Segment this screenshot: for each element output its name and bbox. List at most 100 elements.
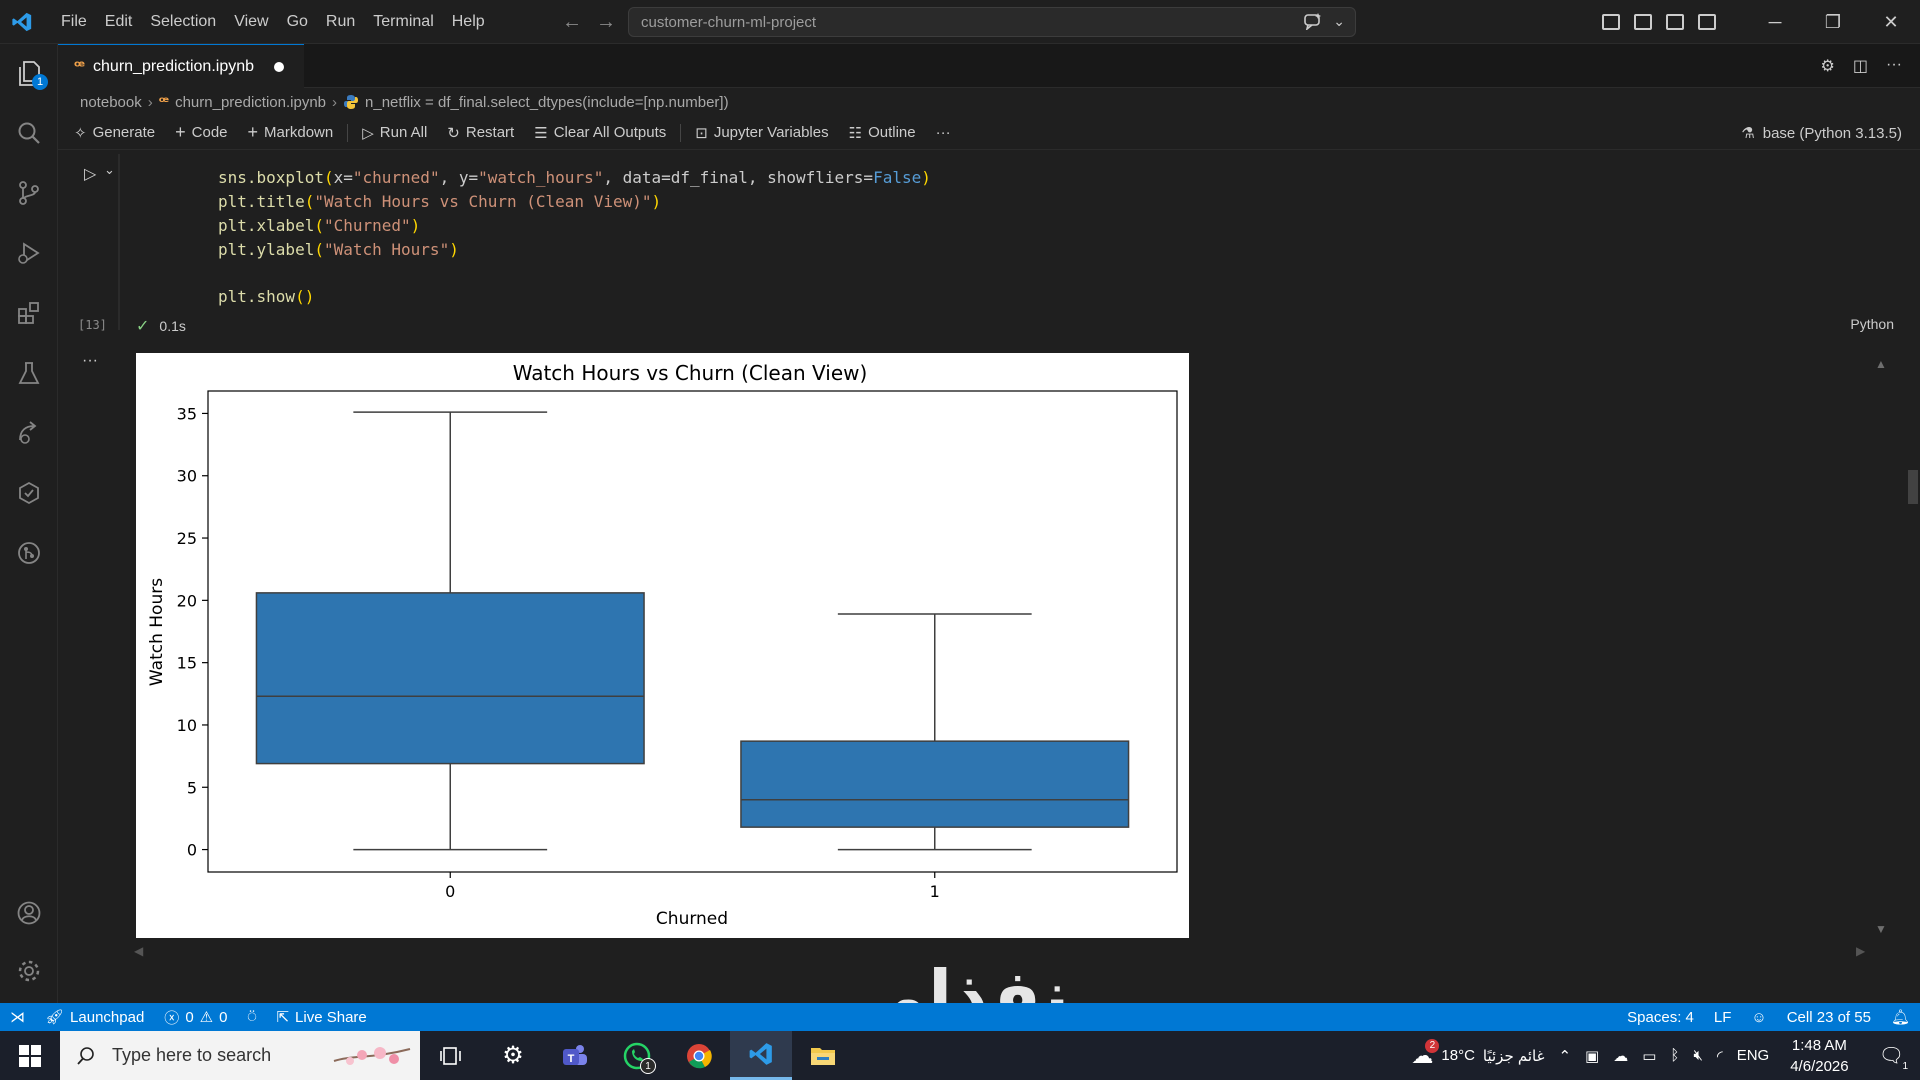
settings-app-icon[interactable]: ⚙ bbox=[482, 1031, 544, 1080]
teams-app-icon[interactable]: T bbox=[544, 1031, 606, 1080]
command-center[interactable]: customer-churn-ml-project ⌄ bbox=[628, 7, 1356, 37]
accounts-icon[interactable] bbox=[14, 898, 44, 928]
menu-view[interactable]: View bbox=[225, 0, 277, 44]
meet-now-icon[interactable]: ▣ bbox=[1578, 1047, 1606, 1065]
more-actions-icon[interactable]: ··· bbox=[1886, 56, 1902, 76]
notebook-settings-gear-icon[interactable]: ⚙ bbox=[1821, 56, 1835, 76]
jupyter-variables-button[interactable]: ⊡ Jupyter Variables bbox=[685, 124, 838, 142]
toggle-secondary-sidebar-icon[interactable] bbox=[1698, 14, 1716, 30]
copilot-status-icon[interactable]: ☺ bbox=[1741, 1009, 1776, 1026]
onedrive-cloud-icon[interactable]: ☁ bbox=[1606, 1047, 1635, 1065]
taskbar-search[interactable]: Type here to search bbox=[60, 1031, 420, 1080]
x-tick-label: 1 bbox=[930, 882, 940, 901]
scroll-left-icon[interactable]: ◀ bbox=[134, 944, 143, 958]
bluetooth-icon[interactable]: ᛒ bbox=[1663, 1047, 1686, 1064]
generate-button[interactable]: ✧ Generate bbox=[58, 124, 165, 142]
add-code-cell-button[interactable]: + Code bbox=[165, 122, 237, 143]
outline-button[interactable]: ☷ Outline bbox=[839, 124, 926, 142]
minimize-button[interactable]: ─ bbox=[1746, 0, 1804, 44]
end-of-line-selector[interactable]: LF bbox=[1704, 1009, 1742, 1026]
execution-status: ✓ 0.1s bbox=[136, 316, 186, 336]
add-markdown-cell-button[interactable]: + Markdown bbox=[238, 122, 344, 143]
box-iqr bbox=[740, 740, 1130, 828]
output-scroll-up-icon[interactable]: ▲ bbox=[1875, 357, 1887, 371]
restore-button[interactable]: ❐ bbox=[1804, 0, 1862, 44]
gitlens-icon[interactable] bbox=[14, 538, 44, 568]
search-icon[interactable] bbox=[14, 118, 44, 148]
menu-go[interactable]: Go bbox=[278, 0, 317, 44]
breadcrumb-file[interactable]: churn_prediction.ipynb bbox=[175, 94, 326, 111]
explorer-icon[interactable]: 1 bbox=[14, 58, 48, 90]
copilot-chat-icon[interactable] bbox=[1303, 12, 1323, 30]
toggle-panel-icon[interactable] bbox=[1666, 14, 1684, 30]
file-explorer-app-icon[interactable] bbox=[792, 1031, 854, 1080]
cell-position[interactable]: Cell 23 of 55 bbox=[1777, 1009, 1881, 1026]
live-share-button[interactable]: ⇱ Live Share bbox=[266, 1008, 376, 1027]
volume-muted-icon[interactable]: 🔇︎ bbox=[1686, 1047, 1709, 1064]
task-view-icon[interactable] bbox=[420, 1031, 482, 1080]
remote-explorer-icon[interactable] bbox=[14, 418, 44, 448]
output-scroll-down-icon[interactable]: ▼ bbox=[1875, 922, 1887, 936]
settings-gear-icon[interactable] bbox=[14, 956, 44, 986]
restart-button[interactable]: ↻ Restart bbox=[437, 124, 524, 142]
kernel-picker[interactable]: ⚗ base (Python 3.13.5) bbox=[1741, 124, 1902, 143]
launchpad-button[interactable]: 🚀︎ Launchpad bbox=[35, 1008, 154, 1027]
back-arrow-icon[interactable]: ← bbox=[562, 11, 582, 34]
launchpad-rocket-icon: 🚀︎ bbox=[45, 1009, 65, 1026]
weather-widget[interactable]: ☁ 2 18°C غائم جزئيًا bbox=[1404, 1038, 1551, 1069]
code-cell[interactable]: ▷ ⌄ sns.boxplot(x="churned", y="watch_ho… bbox=[58, 150, 1900, 340]
editor-scrollbar[interactable] bbox=[1908, 470, 1918, 504]
whatsapp-app-icon[interactable]: 1 bbox=[606, 1031, 668, 1080]
language-indicator[interactable]: ENG bbox=[1730, 1047, 1777, 1064]
chevron-down-icon[interactable]: ⌄ bbox=[1333, 13, 1345, 30]
run-cell-icon[interactable]: ▷ bbox=[84, 164, 96, 184]
split-editor-icon[interactable]: ◫ bbox=[1853, 56, 1868, 76]
clear-all-outputs-button[interactable]: ☰ Clear All Outputs bbox=[524, 124, 676, 142]
jupyter-icon[interactable] bbox=[14, 478, 44, 508]
menu-help[interactable]: Help bbox=[443, 0, 494, 44]
cell-language-picker[interactable]: Python bbox=[1850, 316, 1894, 332]
command-center-label: customer-churn-ml-project bbox=[641, 13, 817, 31]
tab-label: churn_prediction.ipynb bbox=[93, 57, 255, 75]
windows-start-icon[interactable] bbox=[0, 1031, 60, 1080]
close-window-button[interactable]: ✕ bbox=[1862, 0, 1920, 44]
menu-terminal[interactable]: Terminal bbox=[364, 0, 442, 44]
menu-file[interactable]: File bbox=[52, 0, 96, 44]
wifi-icon[interactable]: ◜ bbox=[1710, 1047, 1730, 1065]
code-editor[interactable]: sns.boxplot(x="churned", y="watch_hours"… bbox=[118, 154, 1898, 330]
run-options-chevron-icon[interactable]: ⌄ bbox=[104, 162, 115, 178]
indentation-selector[interactable]: Spaces: 4 bbox=[1617, 1009, 1704, 1026]
run-all-button[interactable]: ▷ Run All bbox=[352, 124, 437, 142]
menu-run[interactable]: Run bbox=[317, 0, 364, 44]
unsaved-dot-icon[interactable] bbox=[274, 61, 285, 72]
run-debug-icon[interactable] bbox=[14, 238, 44, 268]
menu-selection[interactable]: Selection bbox=[141, 0, 225, 44]
y-tick-label: 25 bbox=[177, 529, 197, 548]
box-group-1 bbox=[740, 613, 1130, 851]
battery-icon[interactable]: ▭ bbox=[1635, 1047, 1663, 1065]
tab-churn-prediction[interactable]: ꟹ churn_prediction.ipynb bbox=[58, 44, 304, 88]
breadcrumb-folder[interactable]: notebook bbox=[80, 94, 142, 111]
clock[interactable]: 1:48 AM 4/6/2026 bbox=[1776, 1035, 1862, 1077]
source-control-icon[interactable] bbox=[14, 178, 44, 208]
customize-layout-icon[interactable] bbox=[1602, 14, 1620, 30]
breadcrumb-symbol[interactable]: n_netflix = df_final.select_dtypes(inclu… bbox=[365, 94, 729, 111]
execution-duration: 0.1s bbox=[159, 318, 186, 334]
vscode-app-icon[interactable] bbox=[730, 1031, 792, 1080]
notification-center-icon[interactable]: 🗨︎ 1 bbox=[1863, 1043, 1920, 1072]
toggle-primary-sidebar-icon[interactable] bbox=[1634, 14, 1652, 30]
forward-arrow-icon[interactable]: → bbox=[596, 11, 616, 34]
show-hidden-icons-chevron-icon[interactable]: ⌃ bbox=[1551, 1047, 1578, 1065]
notifications-bell-icon[interactable]: 🔔︎ bbox=[1881, 1008, 1920, 1026]
scroll-right-icon[interactable]: ▶ bbox=[1856, 944, 1865, 958]
testing-flask-icon[interactable] bbox=[14, 358, 44, 388]
notebook-file-icon: ꟹ bbox=[158, 94, 170, 111]
chrome-app-icon[interactable] bbox=[668, 1031, 730, 1080]
remote-indicator[interactable]: ⋊ bbox=[0, 1008, 35, 1026]
extensions-icon[interactable] bbox=[14, 298, 44, 328]
port-forward-indicator[interactable]: ⍥ bbox=[237, 1009, 266, 1026]
toolbar-more-button[interactable]: ··· bbox=[926, 124, 961, 141]
problems-indicator[interactable]: ⓧ 0 ⚠ 0 bbox=[154, 1007, 237, 1028]
output-actions-icon[interactable]: ··· bbox=[82, 352, 98, 370]
menu-edit[interactable]: Edit bbox=[96, 0, 142, 44]
